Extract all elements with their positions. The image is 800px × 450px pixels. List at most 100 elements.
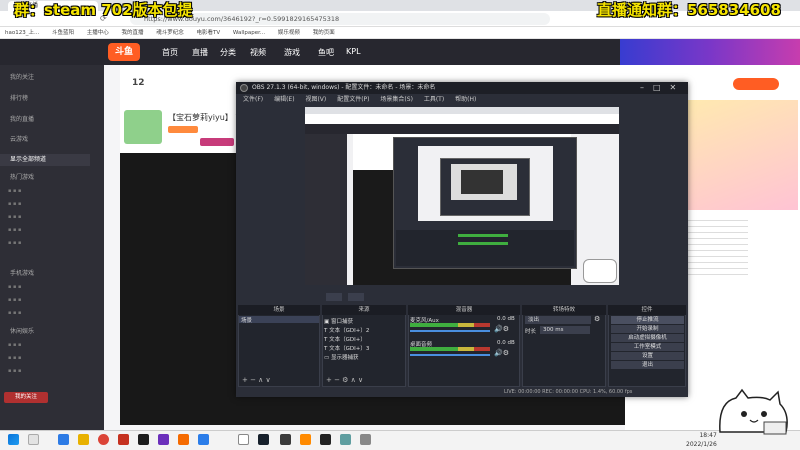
obs-title-text: OBS 27.1.3 (64-bit, windows) - 配置文件：未命名 … [252, 84, 436, 91]
meter-mic [410, 323, 490, 327]
app-icon[interactable] [340, 434, 351, 445]
desktop-controls[interactable]: 🔊⚙ [494, 349, 509, 357]
bookmarks-bar: hao123_上... 斗鱼蓝阳 主播中心 我的直播 魂斗罗纪念 电影看TV W… [0, 27, 800, 39]
filters-button[interactable] [347, 292, 364, 301]
volume-slider-desktop[interactable] [410, 354, 490, 356]
steam-icon[interactable] [258, 434, 269, 445]
transition-select[interactable]: 淡出 [525, 316, 591, 324]
source-item-text2[interactable]: T 文本（GDI+）2 [324, 326, 369, 334]
app-icon[interactable] [198, 434, 209, 445]
studio-mode-button[interactable]: 工作室模式 [611, 343, 684, 351]
app-icon[interactable] [178, 434, 189, 445]
menu-edit[interactable]: 编辑(E) [274, 96, 294, 103]
nav-video[interactable]: 视频 [250, 47, 266, 58]
stop-streaming-button[interactable]: 停止推流 [611, 316, 684, 324]
room-tag[interactable] [200, 138, 234, 146]
sources-dock-title: 来源 [322, 305, 406, 315]
taskview-icon[interactable] [58, 434, 69, 445]
sidebar-leisure-grid[interactable]: ▪ ▪ ▪ ▪ ▪ ▪ ▪ ▪ ▪ [8, 339, 98, 378]
menu-profile[interactable]: 配置文件(P) [337, 96, 369, 103]
search-icon[interactable] [28, 434, 39, 445]
app-icon[interactable] [158, 434, 169, 445]
bookmark-item[interactable]: hao123_上... [5, 30, 39, 36]
menu-help[interactable]: 帮助(H) [455, 96, 476, 103]
app-icon[interactable] [300, 434, 311, 445]
nav-kpl[interactable]: KPL [346, 47, 361, 56]
obs-icon[interactable] [280, 434, 291, 445]
source-item-window-capture[interactable]: ▣ 窗口捕获 [324, 317, 353, 325]
chrome-icon[interactable] [98, 434, 109, 445]
nav-fishbar[interactable]: 鱼吧 [318, 47, 334, 58]
app-icon[interactable] [360, 434, 371, 445]
app-icon[interactable] [138, 434, 149, 445]
douyu-logo[interactable]: 斗鱼 [108, 43, 140, 61]
address-bar[interactable]: https://www.douyu.com/3646192?_r=0.59918… [130, 13, 550, 25]
all-channels-popover[interactable]: 显示全部频道 [0, 154, 90, 166]
sidebar-mobile-grid[interactable]: ▪ ▪ ▪ ▪ ▪ ▪ ▪ ▪ ▪ [8, 281, 98, 320]
controls-dock-title: 控件 [608, 305, 686, 315]
menu-tools[interactable]: 工具(T) [424, 96, 444, 103]
nav-category[interactable]: 分类 [220, 47, 236, 58]
taskbar-clock[interactable]: 18:47 2022/1/26 [686, 431, 717, 449]
nav-games[interactable]: 游戏 [284, 47, 300, 58]
meter-desktop [410, 347, 490, 351]
source-label: 显示器捕获 [330, 355, 359, 361]
event-banner[interactable] [688, 100, 798, 210]
sources-toolbar[interactable]: + − ⚙ ∧ ∨ [326, 376, 363, 384]
sidebar-hot-grid[interactable]: ▪ ▪ ▪ ▪ ▪ ▪ ▪ ▪ ▪ ▪ ▪ ▪ ▪ ▪ ▪ [8, 185, 98, 250]
sidebar-section-hot[interactable]: 热门游戏 [10, 172, 34, 181]
window-controls[interactable]: –□✕ [640, 83, 685, 92]
sidebar-section-leisure[interactable]: 休闲娱乐 [10, 326, 34, 335]
properties-button[interactable] [326, 292, 342, 301]
app-icon[interactable] [320, 434, 331, 445]
bookmark-item[interactable]: 魂斗罗纪念 [156, 30, 184, 36]
sidebar-item-cloudgame[interactable]: 云游戏 [10, 134, 28, 143]
explorer-icon[interactable] [78, 434, 89, 445]
bookmark-item[interactable]: 我的页面 [313, 30, 335, 36]
transition-gear-icon[interactable]: ⚙ [594, 315, 600, 323]
volume-slider-mic[interactable] [410, 330, 490, 332]
nav-live[interactable]: 直播 [192, 47, 208, 58]
menu-scene-collection[interactable]: 场景集合(S) [380, 96, 413, 103]
app-icon[interactable] [118, 434, 129, 445]
mascot-cat-image [719, 388, 788, 435]
start-recording-button[interactable]: 开始录制 [611, 325, 684, 333]
scenes-toolbar[interactable]: + − ∧ ∨ [242, 376, 271, 384]
obs-statusbar: LIVE: 00:00:00 REC: 00:00:00 CPU: 1.4%, … [236, 387, 688, 397]
sidebar-item-mylive[interactable]: 我的直播 [10, 114, 34, 123]
source-item-text[interactable]: T 文本（GDI+） [324, 335, 366, 343]
streamer-avatar[interactable] [124, 110, 162, 144]
sidebar-item-rank[interactable]: 排行榜 [10, 93, 28, 102]
duration-input[interactable]: 300 ms [540, 326, 590, 334]
start-icon[interactable] [8, 434, 19, 445]
bookmark-item[interactable]: 我的直播 [122, 30, 144, 36]
source-item-text3[interactable]: T 文本（GDI+）3 [324, 344, 369, 352]
scenes-dock-title: 场景 [238, 305, 320, 315]
bookmark-item[interactable]: Wallpaper... [233, 30, 265, 36]
obs-preview[interactable] [305, 107, 619, 285]
bookmark-item[interactable]: 主播中心 [87, 30, 109, 36]
exit-button[interactable]: 退出 [611, 361, 684, 369]
virtual-camera-button[interactable]: 启动虚拟摄像机 [611, 334, 684, 342]
nested-obs-window [393, 137, 577, 269]
sidebar-section-mobile[interactable]: 手机游戏 [10, 268, 34, 277]
nav-home[interactable]: 首页 [162, 47, 178, 58]
source-item-display[interactable]: ▭ 显示器捕获 [324, 353, 358, 361]
open-broadcast-button[interactable] [733, 78, 779, 90]
settings-button[interactable]: 设置 [611, 352, 684, 360]
sidebar-follow-button[interactable]: 我的关注 [4, 392, 48, 403]
promo-banner[interactable] [620, 39, 800, 65]
mic-controls[interactable]: 🔊⚙ [494, 325, 509, 333]
watermark-left: 群：steam 702版本包提 [14, 1, 193, 19]
menu-file[interactable]: 文件(F) [243, 96, 263, 103]
followers-count: 12 [132, 78, 145, 88]
menu-view[interactable]: 视图(V) [305, 96, 326, 103]
mixer-level-mic: 0.0 dB [497, 316, 515, 322]
bookmark-item[interactable]: 电影看TV [197, 30, 221, 36]
scene-item[interactable]: 场景 [241, 316, 252, 324]
bookmark-item[interactable]: 娱乐视频 [278, 30, 300, 36]
bookmark-item[interactable]: 斗鱼蓝阳 [52, 30, 74, 36]
app-icon[interactable] [238, 434, 249, 445]
status-text: LIVE: 00:00:00 REC: 00:00:00 CPU: 1.4%, … [504, 389, 633, 395]
sidebar-item-follow[interactable]: 我的关注 [10, 72, 34, 81]
